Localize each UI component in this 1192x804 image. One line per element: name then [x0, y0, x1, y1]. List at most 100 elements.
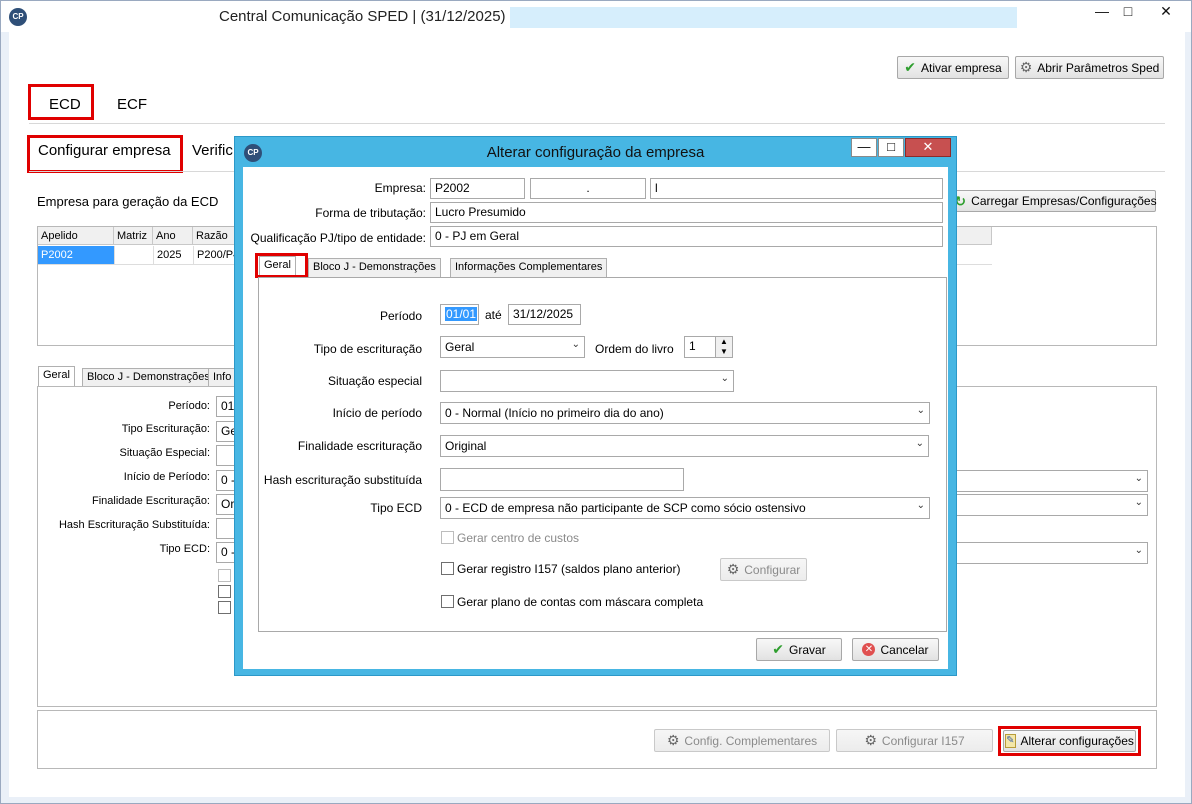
bottom-finalidade-label: Finalidade Escrituração:: [91, 495, 210, 507]
bottom-hash-label: Hash Escrituração Substituída:: [58, 519, 210, 531]
main-title-bar: CP Central Comunicação SPED | (31/12/202…: [1, 1, 1191, 32]
bottom-finalidade-select-tail[interactable]: ⌄: [947, 494, 1148, 516]
hash-substituida-input[interactable]: [440, 468, 684, 491]
empresa-field-3[interactable]: l: [650, 178, 943, 199]
dialog-maximize-icon[interactable]: □: [878, 138, 904, 157]
bottom-inicio-label: Início de Período:: [123, 471, 210, 483]
check-icon: ✔: [904, 59, 917, 75]
tipo-ecd-value: 0 - ECD de empresa não participante de S…: [445, 501, 806, 515]
dialog-close-icon[interactable]: ✕: [905, 138, 951, 157]
cell-ano: 2025: [153, 246, 193, 264]
forma-tributacao-input[interactable]: Lucro Presumido: [430, 202, 943, 223]
gear-icon: ⚙: [864, 732, 877, 748]
periodo-start-value: 01/01: [445, 307, 478, 321]
finalidade-escrituracao-select[interactable]: Original ⌄: [440, 435, 929, 457]
bottom-situacao-label: Situação Especial:: [119, 447, 211, 459]
dialog-tab-bloco-j[interactable]: Bloco J - Demonstrações: [308, 258, 441, 277]
title-redacted-area: [510, 7, 1017, 28]
activate-company-label: Ativar empresa: [921, 60, 1002, 75]
config-complementares-button[interactable]: ⚙ Config. Complementares: [654, 729, 830, 752]
inicio-periodo-select[interactable]: 0 - Normal (Início no primeiro dia do an…: [440, 402, 930, 424]
bottom-tab-geral[interactable]: Geral: [38, 366, 75, 387]
empresa-field-2[interactable]: .: [530, 178, 646, 199]
periodo-end-input[interactable]: 31/12/2025: [508, 304, 581, 325]
gerar-centro-custos-checkbox[interactable]: [441, 531, 454, 544]
tab-configurar-empresa[interactable]: Configurar empresa: [38, 142, 171, 159]
cell-matriz: [114, 246, 153, 264]
tabs-divider: [29, 123, 1165, 124]
check-circle-icon: ✔: [772, 641, 785, 657]
situacao-especial-select[interactable]: ⌄: [440, 370, 734, 392]
gravar-label: Gravar: [789, 642, 826, 657]
gerar-i157-label: Gerar registro I157 (saldos plano anteri…: [457, 562, 681, 576]
forma-tributacao-label: Forma de tributação:: [315, 206, 426, 220]
bottom-tab-info[interactable]: Info: [208, 368, 237, 387]
ate-label: até: [485, 308, 502, 322]
alterar-configuracoes-button[interactable]: ✎ Alterar configurações: [1003, 730, 1136, 752]
col-apelido[interactable]: Apelido: [38, 227, 114, 245]
maximize-icon[interactable]: □: [1113, 2, 1143, 22]
chevron-down-icon: ⌄: [571, 339, 580, 350]
bottom-tipo-ecd-label: Tipo ECD:: [159, 543, 210, 555]
periodo-start-input[interactable]: 01/01: [440, 304, 479, 325]
tipo-ecd-select[interactable]: 0 - ECD de empresa não participante de S…: [440, 497, 930, 519]
edit-icon: ✎: [1005, 734, 1016, 748]
tab-verificar[interactable]: Verific: [192, 142, 233, 159]
bottom-checkbox-3[interactable]: [218, 601, 231, 614]
alterar-configuracoes-label: Alterar configurações: [1020, 734, 1134, 748]
periodo-label: Período: [379, 309, 422, 323]
bottom-checkbox-2[interactable]: [218, 585, 231, 598]
configurar-button[interactable]: ⚙ Configurar: [720, 558, 807, 581]
ordem-livro-input[interactable]: 1: [684, 336, 716, 358]
cell-apelido: P2002: [38, 246, 114, 264]
tab-ecf[interactable]: ECF: [117, 96, 147, 113]
chevron-down-icon: ⌄: [916, 500, 925, 511]
bottom-tab-bloco-j[interactable]: Bloco J - Demonstrações: [82, 368, 215, 387]
dialog-tab-info-complementares[interactable]: Informações Complementares: [450, 258, 608, 277]
dialog-tab-geral-highlight: [255, 253, 308, 278]
open-sped-params-button[interactable]: ⚙ Abrir Parâmetros Sped: [1015, 56, 1164, 79]
close-icon[interactable]: ✕: [1151, 2, 1181, 22]
gerar-mascara-checkbox[interactable]: [441, 595, 454, 608]
dialog-minimize-icon[interactable]: —: [851, 138, 877, 157]
dialog-geral-panel: Período 01/01 até 31/12/2025 Tipo de esc…: [258, 277, 947, 632]
alterar-config-dialog: CP Alterar configuração da empresa — □ ✕…: [234, 136, 957, 676]
ordem-livro-label: Ordem do livro: [595, 342, 674, 356]
activate-company-button[interactable]: ✔ Ativar empresa: [897, 56, 1009, 79]
chevron-down-icon: ⌄: [916, 405, 925, 416]
bottom-tipo-label: Tipo Escrituração:: [121, 423, 210, 435]
bottom-tipo-ecd-select-tail[interactable]: ⌄: [947, 542, 1148, 564]
hash-substituida-label: Hash escrituração substituída: [263, 473, 422, 487]
bottom-checkbox-1[interactable]: [218, 569, 231, 582]
dialog-title-bar[interactable]: CP Alterar configuração da empresa — □ ✕: [235, 137, 956, 167]
dialog-title: Alterar configuração da empresa: [486, 144, 705, 161]
cancelar-button[interactable]: ✕ Cancelar: [852, 638, 939, 661]
cancelar-label: Cancelar: [880, 642, 929, 657]
gerar-centro-custos-label: Gerar centro de custos: [457, 531, 580, 545]
col-matriz[interactable]: Matriz: [114, 227, 153, 245]
finalidade-escrituracao-value: Original: [445, 439, 487, 453]
load-companies-button[interactable]: ↻ Carregar Empresas/Configurações: [954, 190, 1157, 212]
tab-ecd[interactable]: ECD: [49, 96, 81, 113]
bottom-inicio-select-tail[interactable]: ⌄: [947, 470, 1148, 492]
gerar-i157-checkbox[interactable]: [441, 562, 454, 575]
bottom-periodo-label: Período:: [168, 400, 210, 412]
configurar-i157-button[interactable]: ⚙ Configurar I157: [836, 729, 993, 752]
app-logo-icon: CP: [9, 8, 27, 26]
col-ano[interactable]: Ano: [153, 227, 193, 245]
bottom-button-bar: ⚙ Config. Complementares ⚙ Configurar I1…: [37, 710, 1157, 769]
tipo-escrituracao-value: Geral: [445, 340, 475, 354]
ordem-livro-spinner[interactable]: ▲ ▼: [715, 336, 733, 358]
empresa-code-input[interactable]: P2002: [430, 178, 525, 199]
inicio-periodo-value: 0 - Normal (Início no primeiro dia do an…: [445, 406, 664, 420]
finalidade-escrituracao-label: Finalidade escrituração: [297, 439, 422, 453]
configurar-i157-label: Configurar I157: [881, 733, 965, 748]
open-sped-params-label: Abrir Parâmetros Sped: [1037, 60, 1160, 75]
config-complementares-label: Config. Complementares: [684, 733, 818, 748]
tipo-escrituracao-select[interactable]: Geral ⌄: [440, 336, 585, 358]
qualificacao-input[interactable]: 0 - PJ em Geral: [430, 226, 943, 247]
empresa-label: Empresa:: [374, 181, 426, 195]
chevron-down-icon: ⌄: [720, 373, 729, 384]
company-section-label: Empresa para geração da ECD: [37, 194, 219, 209]
gravar-button[interactable]: ✔ Gravar: [756, 638, 842, 661]
